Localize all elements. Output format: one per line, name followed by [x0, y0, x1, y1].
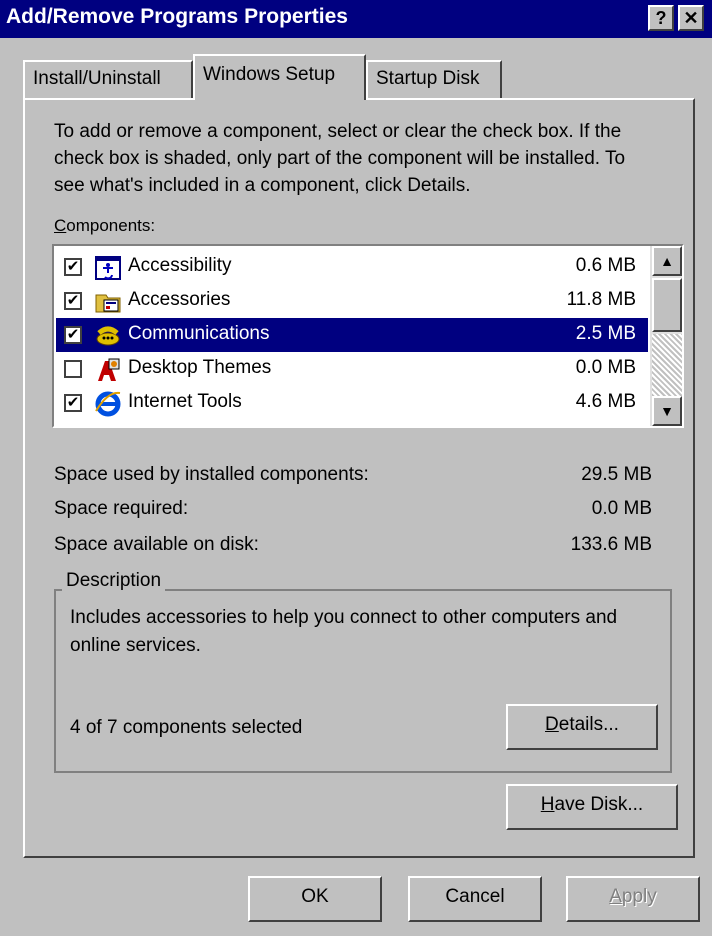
- communications-icon: [94, 321, 122, 349]
- tab-label: Windows Setup: [203, 64, 336, 85]
- checkbox[interactable]: ✔: [64, 394, 82, 412]
- cancel-button[interactable]: Cancel: [408, 876, 542, 922]
- vertical-scrollbar[interactable]: ▲ ▼: [650, 246, 682, 426]
- checkbox[interactable]: ✔: [64, 292, 82, 310]
- scroll-up-button[interactable]: ▲: [652, 246, 682, 276]
- checkbox[interactable]: [64, 360, 82, 378]
- tab-label: Startup Disk: [376, 68, 480, 89]
- checkbox[interactable]: ✔: [64, 326, 82, 344]
- selected-count: 4 of 7 components selected: [70, 717, 303, 738]
- component-name: Accessories: [128, 289, 231, 310]
- component-size: 11.8 MB: [566, 289, 636, 310]
- component-name: Communications: [128, 323, 270, 344]
- space-required-label: Space required:: [54, 498, 189, 519]
- instructions-text: To add or remove a component, select or …: [54, 121, 626, 196]
- close-button[interactable]: ✕: [678, 5, 704, 31]
- accessibility-icon: [94, 253, 122, 281]
- space-required-value: 0.0 MB: [591, 498, 652, 519]
- space-available-value: 133.6 MB: [570, 534, 652, 555]
- space-used-label: Space used by installed components:: [54, 464, 369, 485]
- list-item[interactable]: ✔ Internet Tools 4.6 MB: [56, 386, 648, 420]
- scroll-track[interactable]: [652, 334, 682, 396]
- tab-install-uninstall[interactable]: Install/Uninstall: [23, 60, 193, 98]
- description-legend: Description: [62, 570, 166, 592]
- apply-button[interactable]: Apply: [566, 876, 700, 922]
- component-name: Desktop Themes: [128, 357, 272, 378]
- space-available-label: Space available on disk:: [54, 534, 259, 555]
- scroll-down-button[interactable]: ▼: [652, 396, 682, 426]
- tab-windows-setup[interactable]: Windows Setup: [193, 54, 366, 100]
- component-name: Accessibility: [128, 255, 232, 276]
- internet-explorer-icon: [94, 389, 122, 417]
- components-label: Components:: [54, 216, 156, 235]
- list-item[interactable]: ✔ Accessibility 0.6 MB: [56, 250, 648, 284]
- list-item[interactable]: ✔ Communications 2.5 MB: [56, 318, 648, 352]
- components-list[interactable]: ✔ Accessibility 0.6 MB ✔ Accessories 11.…: [52, 244, 684, 428]
- component-size: 4.6 MB: [575, 391, 636, 412]
- tab-startup-disk[interactable]: Startup Disk: [366, 60, 502, 98]
- help-button[interactable]: ?: [648, 5, 674, 31]
- component-size: 2.5 MB: [575, 323, 636, 344]
- checkbox[interactable]: ✔: [64, 258, 82, 276]
- title-bar[interactable]: Add/Remove Programs Properties ? ✕: [0, 0, 712, 38]
- description-text: Includes accessories to help you connect…: [70, 607, 618, 656]
- properties-dialog: Add/Remove Programs Properties ? ✕ Insta…: [0, 0, 712, 936]
- component-size: 0.0 MB: [575, 357, 636, 378]
- have-disk-button[interactable]: Have Disk...: [506, 784, 678, 830]
- component-size: 0.6 MB: [575, 255, 636, 276]
- space-used-value: 29.5 MB: [581, 464, 652, 485]
- desktop-themes-icon: [94, 355, 122, 383]
- tab-label: Install/Uninstall: [33, 68, 161, 89]
- ok-button[interactable]: OK: [248, 876, 382, 922]
- window-title: Add/Remove Programs Properties: [6, 5, 348, 28]
- accessories-icon: [94, 287, 122, 315]
- list-item[interactable]: Desktop Themes 0.0 MB: [56, 352, 648, 386]
- component-name: Internet Tools: [128, 391, 242, 412]
- list-item[interactable]: ✔ Accessories 11.8 MB: [56, 284, 648, 318]
- scroll-thumb[interactable]: [652, 278, 682, 332]
- details-button[interactable]: Details...: [506, 704, 658, 750]
